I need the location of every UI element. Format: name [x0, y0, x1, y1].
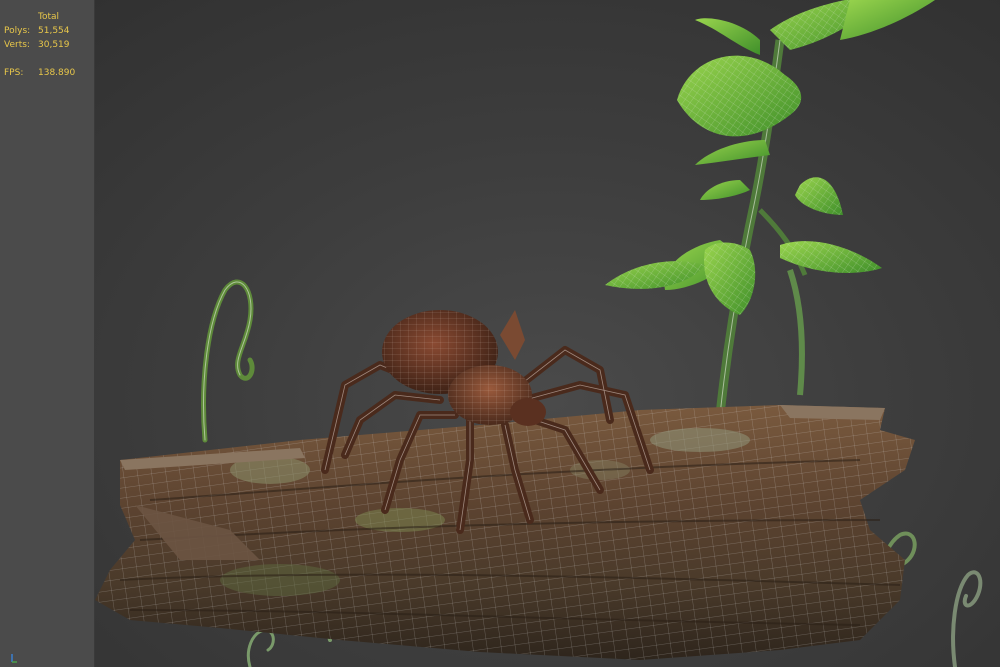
axis-gizmo-icon [11, 654, 17, 663]
scene-canvas [95, 0, 983, 667]
3d-viewport[interactable]: Total Polys: 51,554 Verts: 30,519 FPS: 1… [0, 0, 1000, 667]
vine-plant-model [605, 0, 935, 416]
